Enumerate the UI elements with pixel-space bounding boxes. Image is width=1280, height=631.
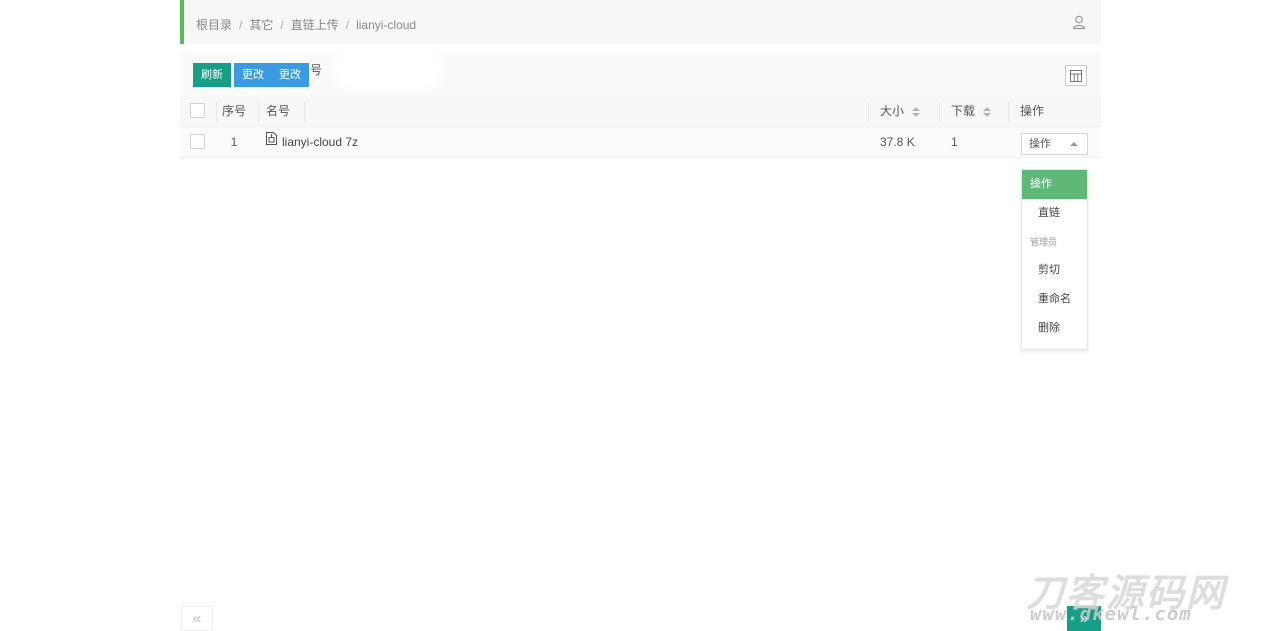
column-divider <box>258 102 259 122</box>
row-name-cell: lianyi-cloud 7z <box>266 127 358 158</box>
row-downloads: 1 <box>951 135 958 149</box>
row-check-cell <box>190 127 208 158</box>
row-ops-select[interactable]: 操作 <box>1021 133 1088 155</box>
grid-view-icon[interactable] <box>1065 65 1087 86</box>
column-header-size-label: 大小 <box>880 104 905 118</box>
menu-item-cut[interactable]: 剪切 <box>1022 256 1087 285</box>
pager-prev-button[interactable]: « <box>181 606 213 631</box>
menu-item-delete[interactable]: 删除 <box>1022 314 1087 343</box>
row-size: 37.8 K <box>880 135 915 149</box>
breadcrumb-separator: / <box>239 17 243 32</box>
toolbar: 刷新 更改 更改 号 <box>180 52 1101 96</box>
watermark-url: www.dkewl.com <box>1030 603 1192 625</box>
column-header-downloads[interactable]: 下载 <box>951 96 992 127</box>
breadcrumb-bar: 根目录 / 其它 / 直链上传 / lianyi-cloud <box>180 0 1101 44</box>
breadcrumb-other[interactable]: 其它 <box>249 16 273 33</box>
sort-icon[interactable] <box>983 106 992 117</box>
menu-item-ops[interactable]: 操作 <box>1022 170 1087 199</box>
row-ops-select-label: 操作 <box>1029 138 1051 150</box>
row-index: 1 <box>230 135 238 149</box>
table-row: 1 lianyi-cloud 7z 37.8 K 1 操作 <box>180 127 1101 158</box>
change-button[interactable]: 更改 <box>234 63 272 87</box>
toolbar-overlap-text: 号 <box>310 63 323 77</box>
file-name-link[interactable]: lianyi-cloud 7z <box>282 135 358 149</box>
column-header-name: 名号 <box>266 104 291 118</box>
ops-dropdown-menu: 操作 直链 管理员 剪切 重命名 删除 <box>1021 169 1088 350</box>
breadcrumb-separator: / <box>345 17 350 32</box>
refresh-button[interactable]: 刷新 <box>193 63 231 87</box>
breadcrumb-direct-upload[interactable]: 直链上传 <box>291 16 339 33</box>
select-all-cell <box>190 96 208 127</box>
breadcrumb-separator: / <box>280 17 284 32</box>
menu-item-direct-link[interactable]: 直链 <box>1022 199 1087 228</box>
column-header-size[interactable]: 大小 <box>880 96 921 127</box>
archive-file-icon <box>266 126 277 157</box>
caret-up-icon <box>1070 142 1078 146</box>
redacted-area <box>340 56 436 82</box>
menu-group-admin: 管理员 <box>1030 237 1058 247</box>
menu-item-rename[interactable]: 重命名 <box>1022 285 1087 314</box>
column-divider <box>304 102 305 122</box>
change-button-secondary[interactable]: 更改 <box>271 63 309 87</box>
sort-icon[interactable] <box>912 106 921 117</box>
column-header-ops: 操作 <box>1020 104 1045 118</box>
column-header-index: 序号 <box>221 104 246 118</box>
column-divider <box>1008 102 1009 122</box>
column-divider <box>216 102 217 122</box>
breadcrumb-current: lianyi-cloud <box>356 17 417 32</box>
user-icon[interactable] <box>1071 14 1087 30</box>
column-divider <box>868 102 869 122</box>
file-table: 序号 名号 大小 下载 操作 1 lianyi-cloud 7z 37.8 K … <box>180 96 1101 158</box>
column-header-downloads-label: 下载 <box>951 104 976 118</box>
breadcrumb-root[interactable]: 根目录 <box>196 16 232 33</box>
table-header-row: 序号 名号 大小 下载 操作 <box>180 96 1101 127</box>
select-all-checkbox[interactable] <box>190 103 205 119</box>
breadcrumb: 根目录 / 其它 / 直链上传 / lianyi-cloud <box>196 16 416 33</box>
row-checkbox[interactable] <box>190 134 205 150</box>
column-divider <box>939 102 940 122</box>
